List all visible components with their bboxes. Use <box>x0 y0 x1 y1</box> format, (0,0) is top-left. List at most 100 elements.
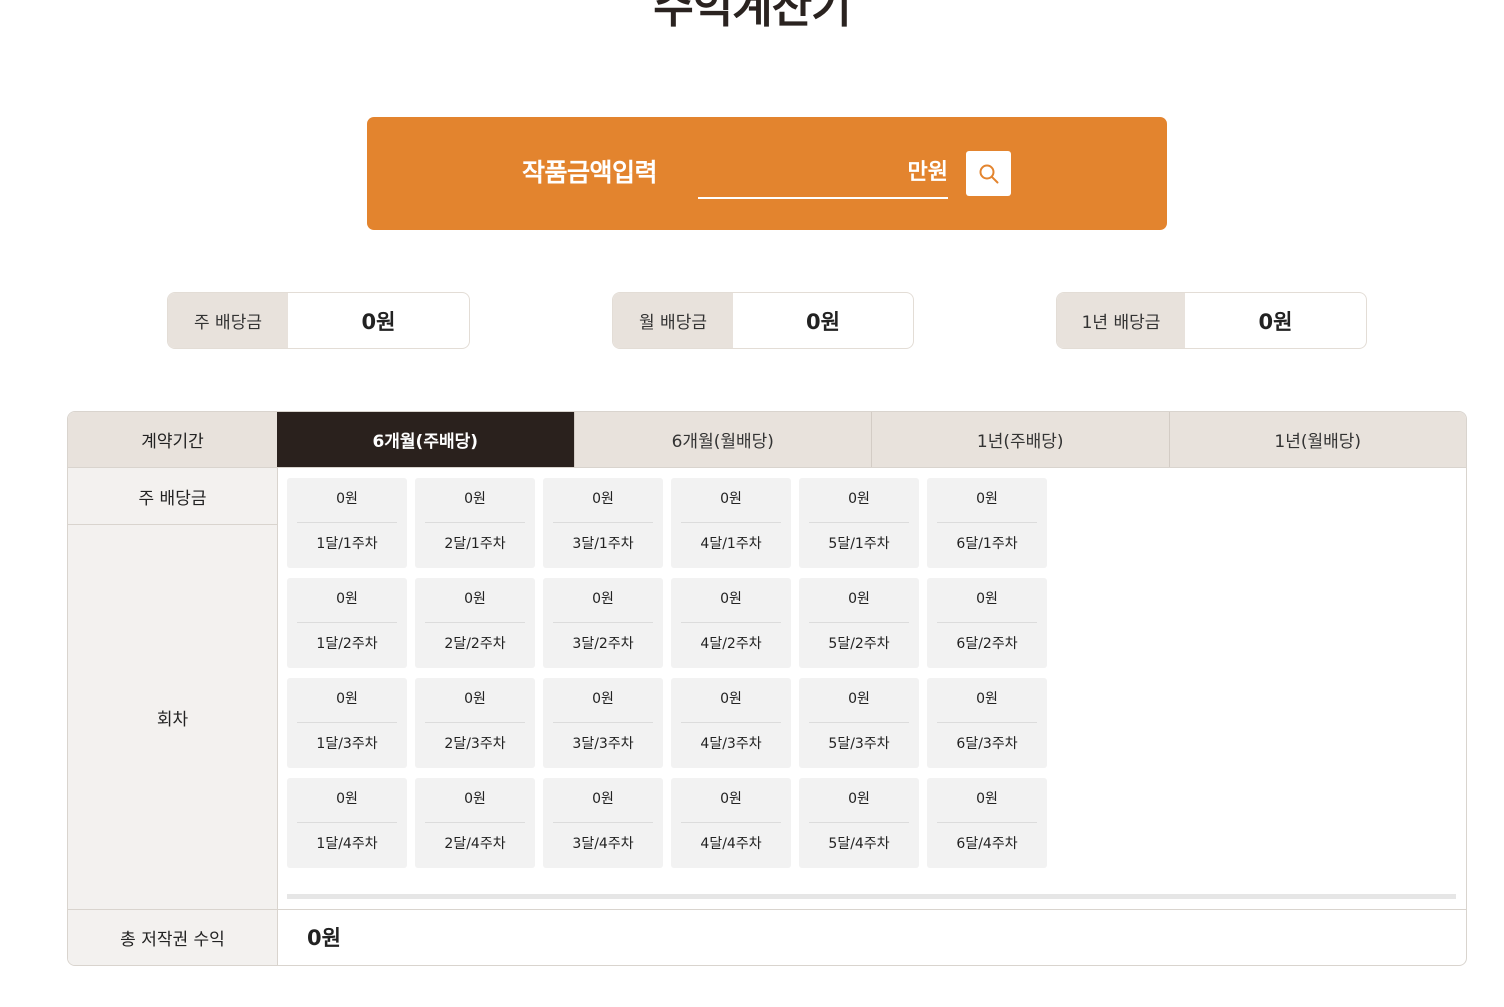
round-amount: 0원 <box>592 691 614 707</box>
round-label: 2달/2주차 <box>444 636 506 652</box>
round-card: 0원 5달/4주차 <box>799 778 919 868</box>
card-divider <box>937 522 1037 523</box>
contract-period-tabs: 6개월(주배당) 6개월(월배당) 1년(주배당) 1년(월배당) <box>277 412 1466 468</box>
total-royalty-header: 총 저작권 수익 <box>120 930 225 950</box>
round-amount: 0원 <box>976 691 998 707</box>
round-card: 0원 2달/4주차 <box>415 778 535 868</box>
card-divider <box>809 822 909 823</box>
monthly-dividend-summary: 월 배당금 0원 <box>612 292 914 349</box>
round-card: 0원 6달/3주차 <box>927 678 1047 768</box>
round-amount: 0원 <box>464 491 486 507</box>
card-divider <box>681 622 781 623</box>
weekly-dividend-header: 주 배당금 <box>68 468 277 525</box>
round-amount: 0원 <box>720 491 742 507</box>
card-divider <box>809 522 909 523</box>
round-label: 5달/1주차 <box>828 536 890 552</box>
round-label: 2달/1주차 <box>444 536 506 552</box>
card-divider <box>937 722 1037 723</box>
card-divider <box>553 522 653 523</box>
round-label: 6달/3주차 <box>956 736 1018 752</box>
round-header: 회차 <box>68 525 277 910</box>
round-card: 0원 6달/2주차 <box>927 578 1047 668</box>
yearly-dividend-summary: 1년 배당금 0원 <box>1056 292 1367 349</box>
total-royalty-row: 0원 <box>277 909 1466 965</box>
summary-label: 주 배당금 <box>168 293 288 348</box>
card-divider <box>937 622 1037 623</box>
round-card: 0원 3달/1주차 <box>543 478 663 568</box>
tab-1year-weekly[interactable]: 1년(주배당) <box>871 412 1169 467</box>
round-card: 0원 3달/3주차 <box>543 678 663 768</box>
card-divider <box>297 722 397 723</box>
amount-input-bar: 작품금액입력 만원 <box>367 117 1167 230</box>
round-card: 0원 5달/3주차 <box>799 678 919 768</box>
round-label: 5달/3주차 <box>828 736 890 752</box>
round-label: 1달/4주차 <box>316 836 378 852</box>
round-label: 3달/1주차 <box>572 536 634 552</box>
round-label: 4달/4주차 <box>700 836 762 852</box>
round-amount: 0원 <box>336 691 358 707</box>
round-label: 3달/4주차 <box>572 836 634 852</box>
round-label: 4달/2주차 <box>700 636 762 652</box>
round-amount: 0원 <box>464 791 486 807</box>
round-amount: 0원 <box>976 491 998 507</box>
round-card: 0원 6달/1주차 <box>927 478 1047 568</box>
round-card: 0원 6달/4주차 <box>927 778 1047 868</box>
card-divider <box>297 522 397 523</box>
round-amount: 0원 <box>464 691 486 707</box>
amount-unit-label: 만원 <box>907 160 948 185</box>
summary-value: 0원 <box>806 309 840 334</box>
round-label: 5달/4주차 <box>828 836 890 852</box>
card-divider <box>297 622 397 623</box>
amount-input[interactable] <box>698 153 897 195</box>
round-card: 0원 4달/2주차 <box>671 578 791 668</box>
round-amount: 0원 <box>976 791 998 807</box>
round-label: 1달/1주차 <box>316 536 378 552</box>
round-card: 0원 1달/2주차 <box>287 578 407 668</box>
search-button[interactable] <box>966 151 1011 196</box>
round-amount: 0원 <box>848 791 870 807</box>
amount-input-label: 작품금액입력 <box>522 158 658 187</box>
round-label: 1달/3주차 <box>316 736 378 752</box>
round-label: 6달/2주차 <box>956 636 1018 652</box>
round-amount: 0원 <box>848 591 870 607</box>
round-amount: 0원 <box>464 591 486 607</box>
round-card: 0원 5달/2주차 <box>799 578 919 668</box>
card-divider <box>553 822 653 823</box>
card-divider <box>425 722 525 723</box>
round-label: 3달/3주차 <box>572 736 634 752</box>
round-card: 0원 2달/1주차 <box>415 478 535 568</box>
round-card: 0원 3달/2주차 <box>543 578 663 668</box>
summary-value: 0원 <box>361 309 396 334</box>
round-card: 0원 1달/3주차 <box>287 678 407 768</box>
total-royalty-value: 0원 <box>307 926 341 950</box>
round-card: 0원 2달/2주차 <box>415 578 535 668</box>
round-amount: 0원 <box>336 791 358 807</box>
round-amount: 0원 <box>592 591 614 607</box>
round-amount: 0원 <box>592 491 614 507</box>
round-label: 4달/1주차 <box>700 536 762 552</box>
card-divider <box>297 822 397 823</box>
round-label: 6달/1주차 <box>956 536 1018 552</box>
round-card: 0원 5달/1주차 <box>799 478 919 568</box>
round-label: 5달/2주차 <box>828 636 890 652</box>
round-amount: 0원 <box>848 691 870 707</box>
round-amount: 0원 <box>336 491 358 507</box>
round-amount: 0원 <box>720 791 742 807</box>
card-divider <box>937 822 1037 823</box>
round-card: 0원 4달/3주차 <box>671 678 791 768</box>
round-amount: 0원 <box>336 591 358 607</box>
page-title: 수익계산기 <box>653 0 851 33</box>
summary-value: 0원 <box>1258 309 1293 334</box>
card-divider <box>809 722 909 723</box>
tab-6month-monthly[interactable]: 6개월(월배당) <box>573 412 872 467</box>
round-label: 4달/3주차 <box>700 736 762 752</box>
horizontal-scrollbar[interactable] <box>287 894 1456 899</box>
round-amount: 0원 <box>720 591 742 607</box>
card-divider <box>681 522 781 523</box>
weekly-dividend-summary: 주 배당금 0원 <box>167 292 470 349</box>
tab-6month-weekly[interactable]: 6개월(주배당) <box>277 412 574 467</box>
round-label: 2달/4주차 <box>444 836 506 852</box>
round-card: 0원 2달/3주차 <box>415 678 535 768</box>
card-divider <box>553 722 653 723</box>
tab-1year-monthly[interactable]: 1년(월배당) <box>1168 412 1467 467</box>
